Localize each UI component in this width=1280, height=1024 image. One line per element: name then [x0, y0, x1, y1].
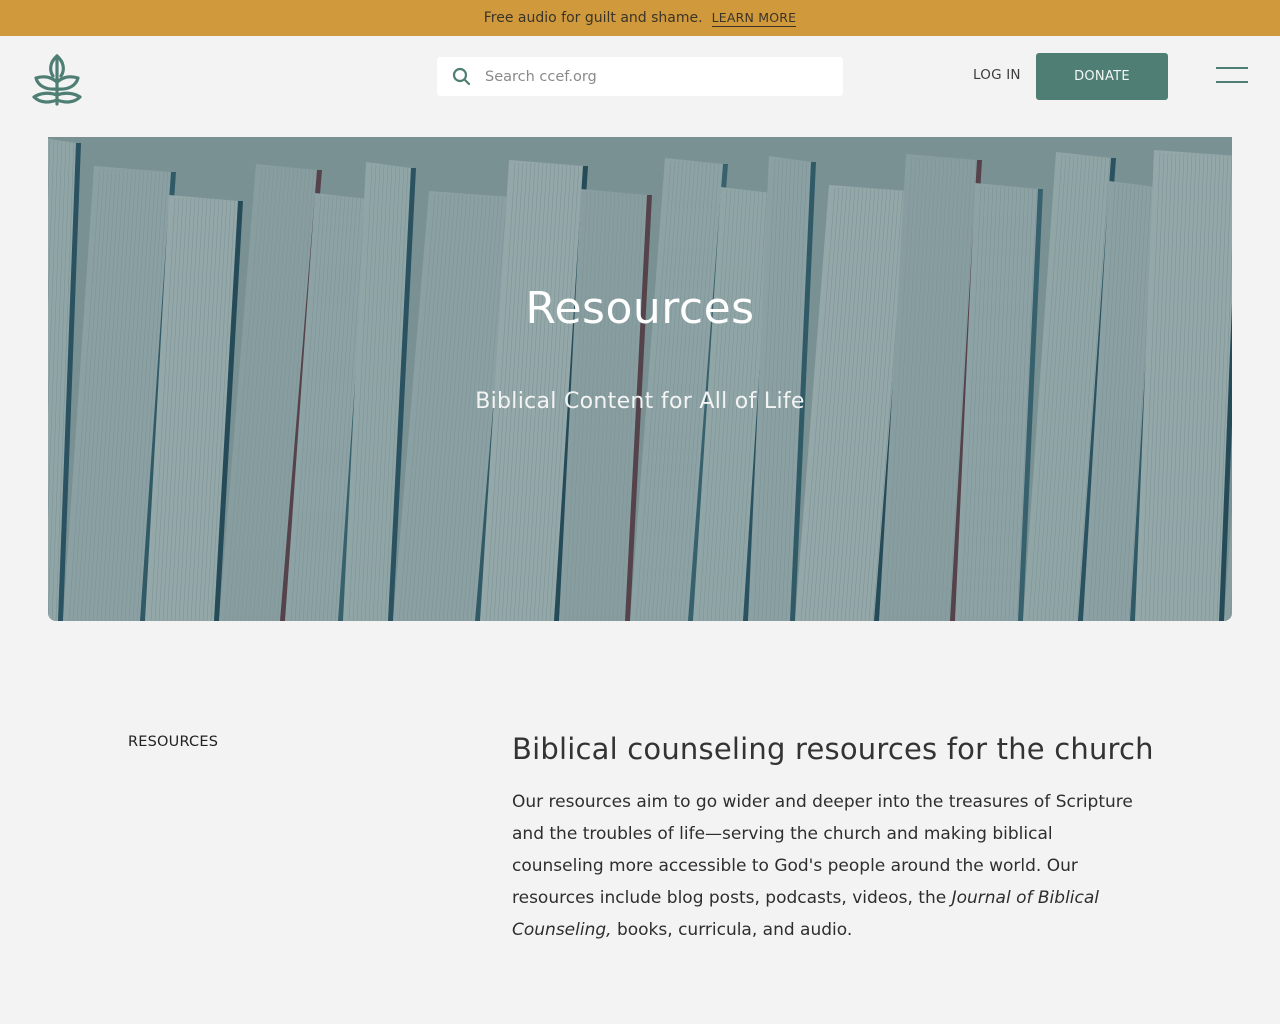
site-header: LOG IN DONATE — [0, 36, 1280, 136]
learn-more-link[interactable]: LEARN MORE — [711, 10, 797, 27]
ccef-leaf-logo-icon[interactable] — [30, 48, 84, 106]
hero-banner: Resources Biblical Content for All of Li… — [48, 137, 1232, 621]
section-title: Biblical counseling resources for the ch… — [512, 732, 1154, 766]
banner-text: Free audio for guilt and shame. — [483, 10, 703, 26]
hamburger-menu-icon[interactable] — [1214, 64, 1250, 86]
hero-subtitle: Biblical Content for All of Life — [475, 389, 805, 414]
hero-overlay — [48, 137, 1232, 621]
hero-title: Resources — [525, 283, 755, 334]
search-icon[interactable] — [452, 67, 471, 86]
announcement-banner: Free audio for guilt and shame. LEARN MO… — [0, 0, 1280, 36]
section-side-label: RESOURCES — [128, 734, 219, 750]
login-link[interactable]: LOG IN — [973, 67, 1021, 83]
search-input[interactable] — [485, 57, 825, 96]
donate-button[interactable]: DONATE — [1036, 53, 1168, 100]
section-body: Our resources aim to go wider and deeper… — [512, 786, 1148, 946]
section-body-text-end: books, curricula, and audio. — [611, 920, 853, 940]
search-box — [437, 57, 843, 96]
